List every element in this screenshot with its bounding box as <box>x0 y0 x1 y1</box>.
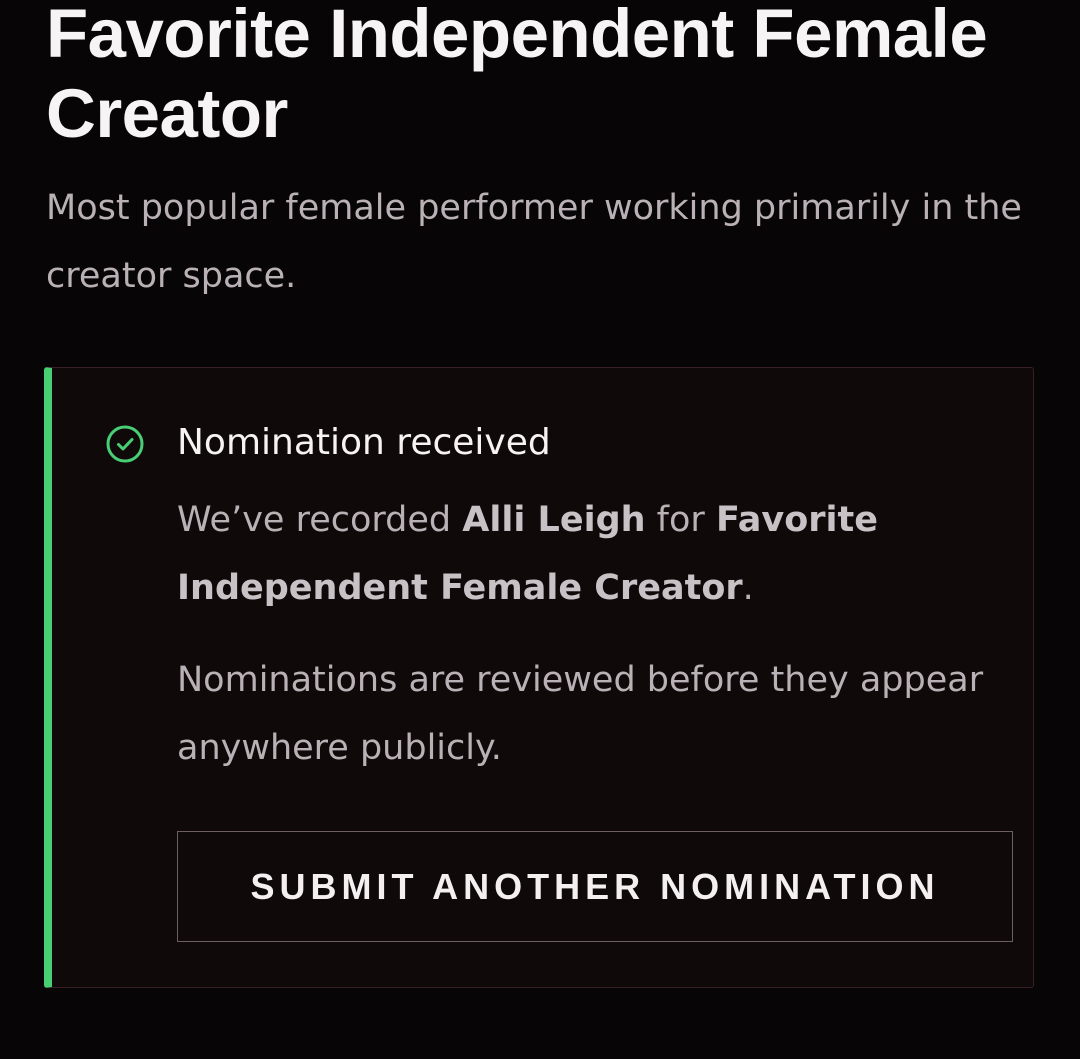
category-description: Most popular female performer working pr… <box>46 188 1022 296</box>
check-circle-icon <box>104 423 146 465</box>
confirmation-message-middle: for <box>645 500 716 540</box>
review-note: Nominations are reviewed before they app… <box>177 660 984 768</box>
confirmation-heading: Nomination received <box>177 422 551 463</box>
confirmation-message-prefix: We’ve recorded <box>177 500 463 540</box>
page-title: Favorite Independent Female Creator <box>46 0 988 152</box>
confirmation-message-suffix: . <box>742 568 754 608</box>
nominee-name: Alli Leigh <box>462 500 646 540</box>
submit-another-nomination-button[interactable]: SUBMIT ANOTHER NOMINATION <box>177 831 1013 942</box>
nomination-page: Favorite Independent Female Creator Most… <box>0 0 1080 1059</box>
nomination-confirmation-card: Nomination received We’ve recorded Alli … <box>44 367 1034 988</box>
confirmation-message: We’ve recorded Alli Leigh for Favorite I… <box>177 486 997 622</box>
